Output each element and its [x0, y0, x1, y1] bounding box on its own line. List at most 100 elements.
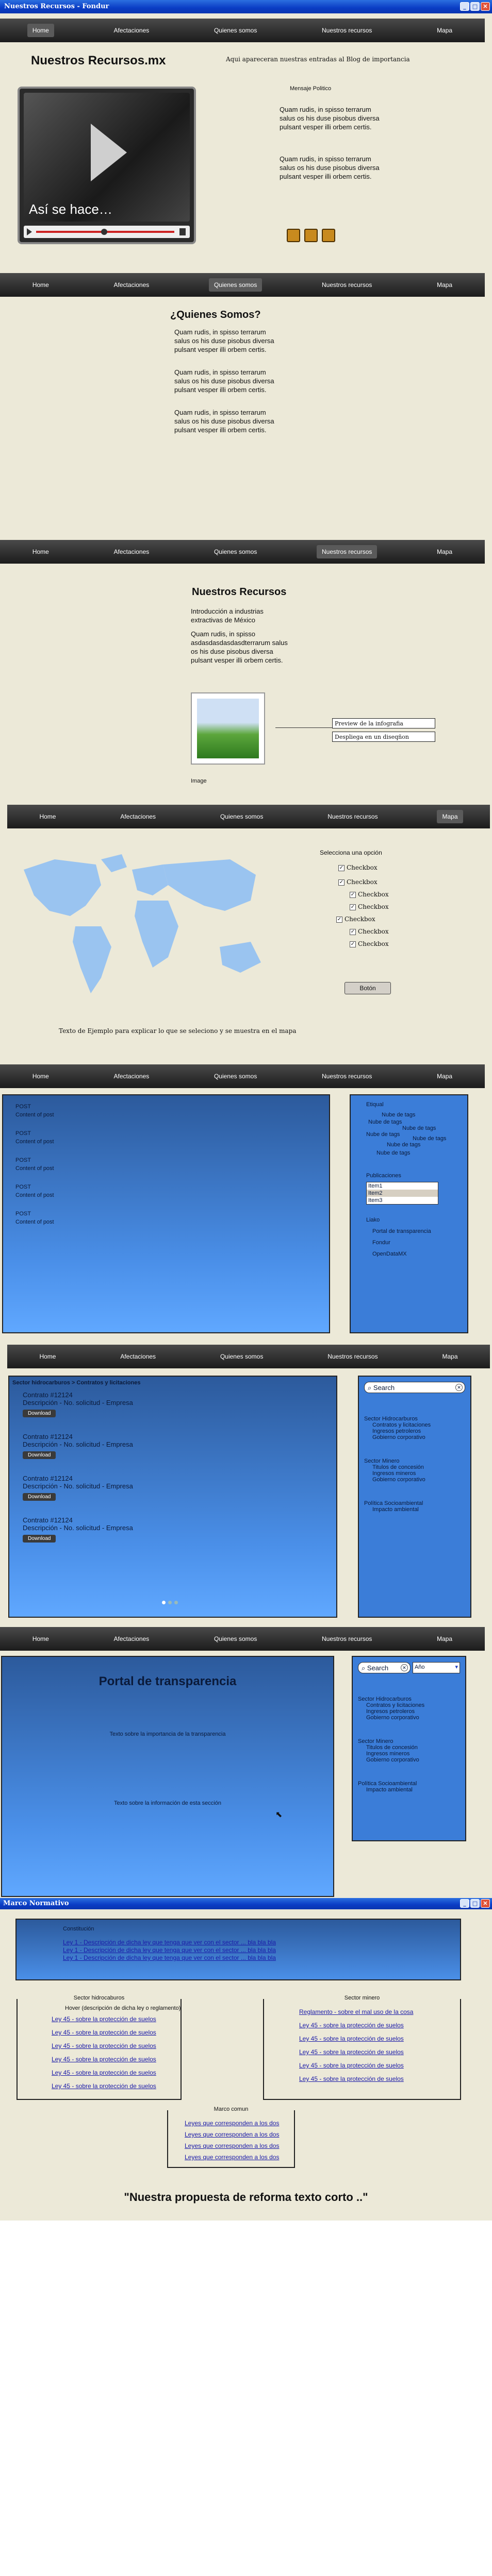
nav-quienes[interactable]: Quienes somos [209, 545, 262, 558]
tag[interactable]: Nube de tags [387, 1142, 420, 1148]
list-item[interactable]: Item3 [367, 1197, 438, 1204]
pubs-list[interactable]: Item1 Item2 Item3 [366, 1182, 438, 1205]
link-item[interactable]: Portal de transparencia [372, 1228, 452, 1234]
contract-item[interactable]: Contrato #12124 Descripción - No. solicit… [23, 1516, 323, 1543]
law-link[interactable]: Ley 45 - sobre la protección de suelos [52, 2015, 156, 2023]
clear-icon[interactable]: ✕ [455, 1384, 463, 1391]
nav-home[interactable]: Home [27, 24, 54, 37]
law-link[interactable]: Ley 45 - sobre la protección de suelos [299, 2048, 404, 2056]
nav-home[interactable]: Home [27, 1632, 54, 1646]
list-item[interactable]: Item1 [367, 1182, 438, 1190]
download-button[interactable]: Download [23, 1410, 56, 1417]
law-link[interactable]: Leyes que corresponden a los dos [185, 2120, 279, 2127]
search-input[interactable]: ⌕ Search ✕ [364, 1382, 465, 1393]
maximize-icon[interactable]: □ [470, 2, 480, 11]
tree-item[interactable]: Ingresos petroleros [366, 1708, 460, 1715]
contract-item[interactable]: Contrato #12124 Descripción - No. solicit… [23, 1433, 323, 1459]
clear-icon[interactable]: ✕ [400, 1664, 408, 1671]
law-link[interactable]: Leyes que corresponden a los dos [185, 2142, 279, 2149]
social-icon-3[interactable] [322, 229, 335, 242]
tag[interactable]: Nube de tags [376, 1150, 410, 1156]
law-link[interactable]: Ley 45 - sobre la protección de suelos [52, 2069, 156, 2076]
law-link[interactable]: Ley 1 - Descripción de dicha ley que ten… [63, 1939, 276, 1946]
post-3[interactable]: POST Content of post [15, 1157, 317, 1172]
nav-recursos[interactable]: Nuestros recursos [322, 810, 383, 823]
infographic-thumbnail[interactable] [191, 692, 265, 765]
law-link[interactable]: Ley 45 - sobre la protección de suelos [52, 2042, 156, 2049]
tag[interactable]: Nube de tags [402, 1125, 436, 1131]
nav-quienes[interactable]: Quienes somos [215, 1350, 268, 1363]
video-player[interactable]: Así se hace… [18, 87, 196, 244]
link-item[interactable]: OpenDataMX [372, 1251, 452, 1257]
nav-afectaciones[interactable]: Afectaciones [109, 545, 155, 558]
maximize-icon[interactable]: □ [470, 1899, 480, 1908]
law-link[interactable]: Ley 45 - sobre la protección de suelos [299, 2035, 404, 2042]
tree-sector[interactable]: Sector Minero [364, 1458, 465, 1464]
contract-item[interactable]: Contrato #12124 Descripción - No. solicit… [23, 1475, 323, 1501]
nav-mapa[interactable]: Mapa [432, 1632, 457, 1646]
law-link[interactable]: Ley 45 - sobre la protección de suelos [299, 2022, 404, 2029]
tree-item[interactable]: Impacto ambiental [366, 1787, 460, 1793]
map-button[interactable]: Botón [345, 982, 391, 994]
minimize-icon[interactable]: _ [460, 2, 469, 11]
law-link[interactable]: Ley 45 - sobre la protección de suelos [52, 2056, 156, 2063]
preview-link[interactable]: Preview de la infografia [332, 718, 435, 728]
nav-mapa[interactable]: Mapa [432, 545, 457, 558]
contract-item[interactable]: Contrato #12124 Descripción - No. solicit… [23, 1391, 323, 1417]
nav-home[interactable]: Home [27, 1070, 54, 1083]
tree-item[interactable]: Gobierno corporativo [372, 1477, 465, 1483]
tree-sector[interactable]: Política Socioambiental [364, 1500, 465, 1506]
tree-sector[interactable]: Política Socioambiental [358, 1781, 460, 1787]
tree-item[interactable]: Ingresos mineros [366, 1751, 460, 1757]
nav-quienes[interactable]: Quienes somos [209, 1632, 262, 1646]
tree-item[interactable]: Titulos de concesión [366, 1744, 460, 1751]
post-4[interactable]: POST Content of post [15, 1184, 317, 1198]
law-link[interactable]: Ley 1 - Descripción de dicha ley que ten… [63, 1954, 276, 1961]
post-2[interactable]: POST Content of post [15, 1130, 317, 1145]
nav-mapa[interactable]: Mapa [437, 1350, 463, 1363]
nav-home[interactable]: Home [34, 810, 61, 823]
nav-recursos[interactable]: Nuestros recursos [317, 1070, 377, 1083]
progress-handle[interactable] [101, 229, 107, 235]
nav-mapa[interactable]: Mapa [432, 1070, 457, 1083]
year-select[interactable]: Año ▾ [412, 1662, 460, 1673]
pagination-dots[interactable] [162, 1601, 178, 1604]
tree-item[interactable]: Ingresos mineros [372, 1470, 465, 1477]
tag[interactable]: Nube de tags [382, 1112, 415, 1118]
tree-sector[interactable]: Sector Minero [358, 1738, 460, 1744]
nav-home[interactable]: Home [34, 1350, 61, 1363]
tag[interactable]: Nube de tags [366, 1131, 400, 1138]
tree-item[interactable]: Contratos y licitaciones [372, 1422, 465, 1428]
nav-recursos[interactable]: Nuestros recursos [322, 1350, 383, 1363]
tag[interactable]: Nube de tags [368, 1119, 402, 1125]
nav-afectaciones[interactable]: Afectaciones [109, 278, 155, 292]
checkbox-2[interactable]: ✓ Checkbox [338, 876, 389, 888]
close-icon[interactable]: ✕ [481, 2, 490, 11]
nav-mapa[interactable]: Mapa [432, 24, 457, 37]
checkbox-1[interactable]: ✓ Checkbox [338, 861, 389, 874]
law-link[interactable]: Ley 45 - sobre la protección de suelos [52, 2029, 156, 2036]
post-5[interactable]: POST Content of post [15, 1211, 317, 1225]
tree-sector[interactable]: Sector Hidrocarburos [364, 1416, 465, 1422]
nav-afectaciones[interactable]: Afectaciones [109, 1632, 155, 1646]
download-button[interactable]: Download [23, 1535, 56, 1543]
fullscreen-icon[interactable] [179, 228, 186, 235]
download-button[interactable]: Download [23, 1451, 56, 1459]
tree-item[interactable]: Contratos y licitaciones [366, 1702, 460, 1708]
law-link[interactable]: Ley 45 - sobre la protección de suelos [299, 2075, 404, 2082]
checkbox-3[interactable]: ✓ Checkbox [350, 888, 389, 901]
nav-quienes[interactable]: Quienes somos [209, 1070, 262, 1083]
social-icon-2[interactable] [304, 229, 318, 242]
nav-mapa[interactable]: Mapa [437, 810, 463, 823]
social-icon-1[interactable] [287, 229, 300, 242]
world-map[interactable] [13, 849, 282, 1004]
nav-afectaciones[interactable]: Afectaciones [109, 1070, 155, 1083]
nav-recursos[interactable]: Nuestros recursos [317, 1632, 377, 1646]
nav-recursos[interactable]: Nuestros recursos [317, 545, 378, 558]
nav-quienes[interactable]: Quienes somos [208, 278, 263, 292]
nav-home[interactable]: Home [27, 278, 54, 292]
despliega-link[interactable]: Despliega en un diseqñon [332, 732, 435, 742]
checkbox-5[interactable]: ✓ Checkbox [336, 913, 389, 925]
checkbox-6[interactable]: ✓ Checkbox [350, 925, 389, 938]
law-link[interactable]: Ley 1 - Descripción de dicha ley que ten… [63, 1946, 276, 1954]
